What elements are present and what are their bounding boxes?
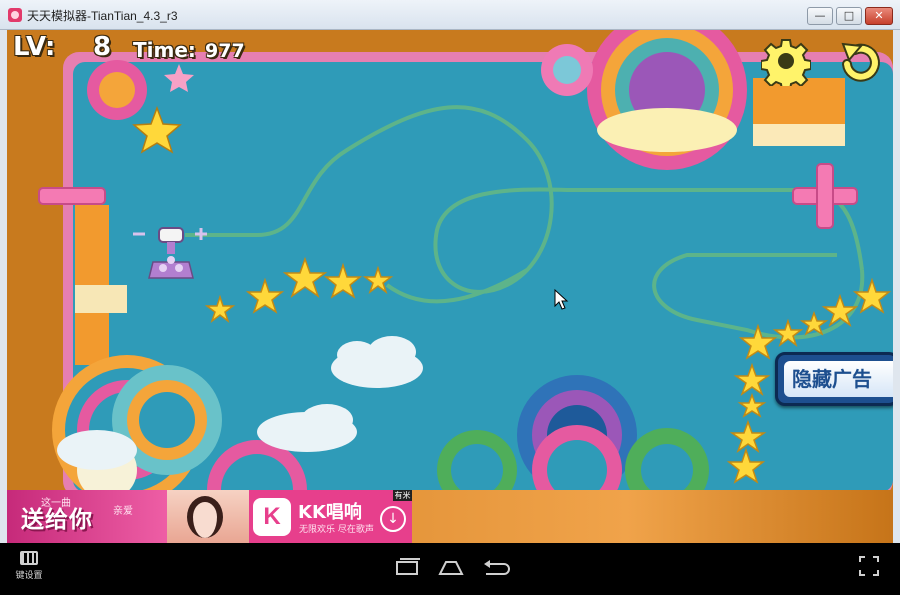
recent-apps-icon (396, 558, 420, 575)
fullscreen-button[interactable] (858, 555, 880, 577)
window-title-bar: 天天模拟器-TianTian_4.3_r3 — □ ✕ (0, 0, 900, 30)
android-nav-bar: 键设置 (0, 543, 900, 595)
back-button[interactable] (478, 556, 512, 580)
level-label: LV: (13, 32, 56, 62)
home-button[interactable] (434, 556, 468, 580)
game-scene (7, 30, 893, 490)
hide-ad-label: 隐藏广告 (784, 361, 893, 397)
ad-slogan-panel: 这一曲 亲爱 送给你 (7, 490, 167, 543)
ad-photo (167, 490, 249, 543)
restart-button[interactable] (835, 36, 885, 86)
back-icon (484, 560, 510, 575)
settings-button[interactable] (760, 36, 812, 91)
hide-ad-button[interactable]: 隐藏广告 (775, 352, 893, 406)
time-value: 977 (205, 40, 245, 62)
restart-icon (841, 42, 880, 82)
ad-slogan: 送给你 (21, 507, 93, 533)
recent-apps-button[interactable] (390, 556, 424, 580)
minus-button[interactable] (37, 180, 109, 212)
plus-button[interactable] (789, 160, 861, 232)
fullscreen-icon (859, 556, 879, 576)
home-icon (438, 561, 464, 575)
keymap-label: 键设置 (15, 571, 43, 581)
ad-logo: K (253, 498, 291, 536)
keyboard-icon (20, 551, 38, 565)
ad-banner[interactable]: 这一曲 亲爱 送给你 K KK唱响 无限欢乐 尽在歌声 ↓ 有米 (7, 490, 412, 543)
ad-source-tag: 有米 (393, 490, 412, 501)
ad-slogan-side: 亲爱 (113, 506, 133, 517)
window-title: 天天模拟器-TianTian_4.3_r3 (27, 9, 178, 23)
ad-brand-sub: 无限欢乐 尽在歌声 (299, 525, 374, 535)
minimize-button[interactable]: — (807, 7, 833, 25)
close-button[interactable]: ✕ (865, 7, 893, 25)
ad-brand: KK唱响 (298, 502, 362, 523)
keymap-button[interactable]: 键设置 (12, 551, 46, 587)
app-logo-icon (8, 8, 22, 22)
ad-strip: 这一曲 亲爱 送给你 K KK唱响 无限欢乐 尽在歌声 ↓ 有米 (7, 490, 893, 543)
game-screen[interactable]: LV: 8 Time: 977 隐藏广告 (7, 30, 893, 490)
level-value: 8 (93, 32, 112, 62)
time-label: Time: (133, 38, 196, 62)
minus-icon (38, 187, 106, 205)
plus-icon (792, 163, 858, 229)
gear-icon (760, 39, 812, 91)
maximize-button[interactable]: □ (836, 7, 862, 25)
download-icon[interactable]: ↓ (380, 506, 406, 532)
